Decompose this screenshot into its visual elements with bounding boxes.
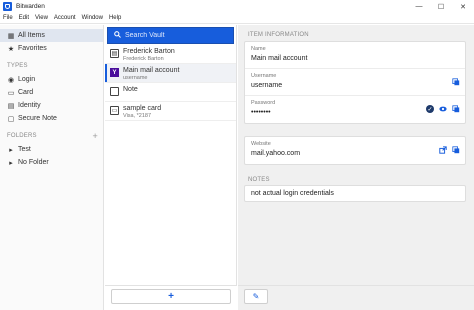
sidebar: ▦ All Items ★ Favorites TYPES ◉ Login ▭ … [0, 25, 104, 310]
menu-view[interactable]: View [32, 15, 51, 21]
list-item-name: Note [123, 86, 138, 93]
notes-value: not actual login credentials [251, 190, 334, 197]
add-folder-button[interactable]: + [93, 131, 98, 141]
edit-button[interactable]: ✎ [244, 289, 268, 304]
grid-icon: ▦ [7, 32, 15, 40]
folders-header-label: FOLDERS [7, 133, 37, 139]
window-title: Bitwarden [16, 3, 45, 10]
yahoo-icon: Y [110, 68, 119, 77]
id-card-icon: ▤ [110, 49, 119, 58]
credit-card-icon: ▭ [110, 106, 119, 115]
maximize-button[interactable]: ☐ [430, 0, 452, 13]
search-wrapper [105, 25, 236, 45]
launch-icon[interactable] [439, 146, 447, 154]
list-item-text: Main mail account username [123, 67, 179, 82]
copy-icon[interactable] [452, 78, 460, 86]
username-actions [452, 78, 460, 86]
list-item[interactable]: Note [105, 83, 236, 102]
search-input[interactable] [125, 32, 225, 39]
list-item-subtitle: Visa, *2187 [123, 113, 152, 119]
list-item-name: sample card [123, 105, 162, 112]
menu-bar: File Edit View Account Window Help [0, 13, 474, 24]
sidebar-item-label: Identity [18, 102, 41, 109]
list-item-subtitle: username [123, 75, 148, 81]
search-icon [114, 31, 121, 40]
star-icon: ★ [7, 45, 15, 53]
website-label: Website [251, 141, 271, 147]
note-icon [110, 87, 119, 96]
list-item-text: sample card Visa, *2187 [123, 105, 161, 120]
title-bar: Bitwarden — ☐ ✕ [0, 0, 474, 13]
chevron-right-icon: ▸ [9, 146, 13, 154]
website-actions [439, 146, 460, 154]
sidebar-item-label: Favorites [18, 45, 47, 52]
window-controls: — ☐ ✕ [408, 0, 474, 13]
bitwarden-logo-icon [3, 2, 12, 11]
pencil-icon: ✎ [252, 292, 260, 301]
website-value: mail.yahoo.com [251, 150, 301, 157]
menu-window[interactable]: Window [79, 15, 106, 21]
search-bar[interactable] [107, 27, 234, 44]
list-item-subtitle: Frederick Barton [123, 56, 164, 62]
username-label: Username [251, 73, 277, 79]
list-item-text: Frederick Barton Frederick Barton [123, 48, 175, 63]
website-card: Website mail.yahoo.com [244, 136, 466, 165]
username-field: Username username [245, 69, 465, 96]
chevron-right-icon: ▸ [9, 159, 13, 167]
copy-icon[interactable] [452, 105, 460, 113]
item-information-card: Name Main mail account Username username… [244, 41, 466, 124]
list-item[interactable]: Y Main mail account username [105, 64, 236, 83]
name-label: Name [251, 46, 266, 52]
list-item[interactable]: ▭ sample card Visa, *2187 [105, 102, 236, 121]
name-field: Name Main mail account [245, 42, 465, 69]
eye-icon[interactable] [439, 105, 447, 113]
sidebar-item-label: Card [18, 89, 34, 96]
list-footer: + [105, 285, 237, 310]
note-icon: ▢ [7, 115, 15, 123]
vault-list-panel: ▤ Frederick Barton Frederick Barton Y Ma… [105, 25, 237, 310]
notes-title: NOTES [248, 177, 270, 183]
add-item-button[interactable]: + [111, 289, 231, 304]
sidebar-item-label: Test [18, 146, 31, 153]
sidebar-item-label: No Folder [18, 159, 49, 166]
sidebar-item-identity[interactable]: ▤ Identity [0, 99, 103, 112]
password-field: Password •••••••• ✓ [245, 96, 465, 123]
menu-help[interactable]: Help [106, 15, 124, 21]
sidebar-item-label: All Items [18, 32, 45, 39]
menu-edit[interactable]: Edit [16, 15, 32, 21]
sidebar-item-folder-test[interactable]: ▸ Test [0, 143, 103, 156]
sidebar-item-favorites[interactable]: ★ Favorites [0, 42, 103, 55]
sidebar-item-no-folder[interactable]: ▸ No Folder [0, 156, 103, 169]
name-value: Main mail account [251, 55, 308, 62]
list-item-name: Frederick Barton [123, 48, 175, 55]
id-card-icon: ▤ [7, 102, 15, 110]
sidebar-item-login[interactable]: ◉ Login [0, 73, 103, 86]
sidebar-item-label: Secure Note [18, 115, 57, 122]
notes-card: not actual login credentials [244, 185, 466, 202]
website-field: Website mail.yahoo.com [245, 137, 465, 164]
password-actions: ✓ [426, 105, 460, 113]
types-header: TYPES [0, 59, 103, 73]
sidebar-item-card[interactable]: ▭ Card [0, 86, 103, 99]
close-button[interactable]: ✕ [452, 0, 474, 13]
globe-icon: ◉ [7, 76, 15, 84]
username-value: username [251, 82, 283, 89]
copy-icon[interactable] [452, 146, 460, 154]
check-password-icon[interactable]: ✓ [426, 105, 434, 113]
list-item[interactable]: ▤ Frederick Barton Frederick Barton [105, 45, 236, 64]
item-details-panel: ITEM INFORMATION Name Main mail account … [238, 25, 474, 310]
menu-file[interactable]: File [0, 15, 16, 21]
list-item-text: Note [123, 86, 138, 94]
list-item-name: Main mail account [123, 67, 180, 74]
credit-card-icon: ▭ [7, 89, 15, 97]
folders-header: FOLDERS + [0, 129, 103, 143]
sidebar-item-label: Login [18, 76, 36, 83]
minimize-button[interactable]: — [408, 0, 430, 13]
types-header-label: TYPES [7, 63, 28, 69]
item-information-title: ITEM INFORMATION [248, 32, 309, 38]
menu-account[interactable]: Account [51, 15, 79, 21]
sidebar-item-secure-note[interactable]: ▢ Secure Note [0, 112, 103, 125]
details-footer: ✎ [238, 285, 474, 310]
sidebar-item-all-items[interactable]: ▦ All Items [0, 29, 103, 42]
